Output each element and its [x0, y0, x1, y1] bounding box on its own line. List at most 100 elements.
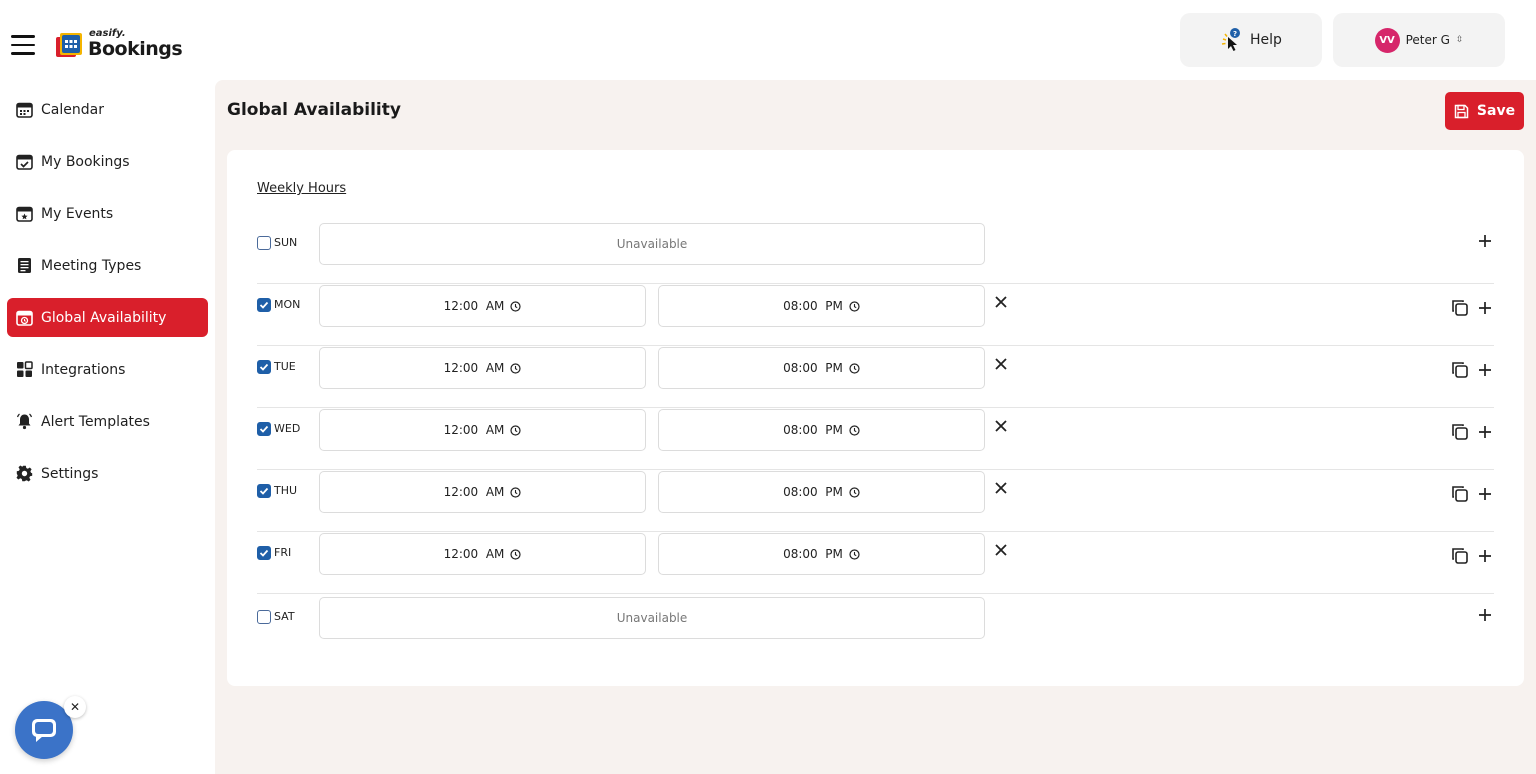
checkmark-icon: [259, 549, 269, 557]
unavailable-field[interactable]: Unavailable: [319, 223, 985, 265]
day-checkbox-sat[interactable]: [257, 610, 271, 624]
chevron-up-down-icon: ⇳: [1455, 34, 1464, 45]
clock-icon: [510, 486, 521, 498]
start-time-field[interactable]: 12:00 AM: [319, 409, 646, 451]
add-slot-icon[interactable]: [1477, 607, 1493, 623]
start-time-value: 12:00 AM: [443, 547, 505, 561]
weekly-hours-card: Weekly Hours SUN Unavailable MON 12:00 A…: [227, 150, 1524, 686]
remove-slot-icon[interactable]: [993, 418, 1009, 434]
add-slot-icon[interactable]: [1477, 233, 1493, 249]
copy-icon[interactable]: [1451, 547, 1469, 565]
svg-text:?: ?: [1233, 30, 1237, 38]
gear-icon: [16, 465, 33, 482]
day-row-tue: TUE 12:00 AM 08:00 PM: [257, 346, 1494, 408]
page-title: Global Availability: [227, 100, 401, 120]
day-row-fri: FRI 12:00 AM 08:00 PM: [257, 532, 1494, 594]
sidebar: Calendar My Bookings My Events Meeting T…: [0, 80, 215, 774]
help-label: Help: [1250, 32, 1282, 48]
day-checkbox-mon[interactable]: [257, 298, 271, 312]
sidebar-item-alert-templates[interactable]: Alert Templates: [7, 402, 208, 441]
end-time-value: 08:00 PM: [783, 361, 843, 375]
clock-icon: [510, 424, 521, 436]
day-label: SUN: [274, 236, 298, 249]
add-slot-icon[interactable]: [1477, 548, 1493, 564]
start-time-value: 12:00 AM: [443, 299, 505, 313]
add-slot-icon[interactable]: [1477, 362, 1493, 378]
sidebar-item-calendar[interactable]: Calendar: [7, 90, 208, 129]
day-checkbox-sun[interactable]: [257, 236, 271, 250]
add-slot-icon[interactable]: [1477, 300, 1493, 316]
end-time-value: 08:00 PM: [783, 299, 843, 313]
end-time-field[interactable]: 08:00 PM: [658, 285, 985, 327]
end-time-field[interactable]: 08:00 PM: [658, 471, 985, 513]
day-label: THU: [274, 484, 298, 497]
copy-icon[interactable]: [1451, 361, 1469, 379]
clock-icon: [849, 548, 860, 560]
sidebar-item-label: Alert Templates: [41, 413, 150, 430]
clock-icon: [510, 362, 521, 374]
end-time-value: 08:00 PM: [783, 547, 843, 561]
day-label: FRI: [274, 546, 292, 559]
day-checkbox-fri[interactable]: [257, 546, 271, 560]
sidebar-item-integrations[interactable]: Integrations: [7, 350, 208, 389]
chat-bubble-icon: [32, 719, 56, 742]
add-slot-icon[interactable]: [1477, 424, 1493, 440]
clock-icon: [849, 486, 860, 498]
chat-close-icon[interactable]: ✕: [64, 696, 86, 718]
unavailable-field[interactable]: Unavailable: [319, 597, 985, 639]
add-slot-icon[interactable]: [1477, 486, 1493, 502]
sidebar-item-label: Calendar: [41, 101, 104, 118]
end-time-value: 08:00 PM: [783, 485, 843, 499]
day-label: TUE: [274, 360, 296, 373]
logo-big-text: Bookings: [88, 38, 183, 60]
day-checkbox-thu[interactable]: [257, 484, 271, 498]
day-checkbox-tue[interactable]: [257, 360, 271, 374]
end-time-field[interactable]: 08:00 PM: [658, 409, 985, 451]
remove-slot-icon[interactable]: [993, 356, 1009, 372]
start-time-value: 12:00 AM: [443, 361, 505, 375]
day-checkbox-wed[interactable]: [257, 422, 271, 436]
start-time-value: 12:00 AM: [443, 423, 505, 437]
remove-slot-icon[interactable]: [993, 294, 1009, 310]
app-logo[interactable]: easify. Bookings: [56, 28, 183, 62]
clock-icon: [510, 300, 521, 312]
start-time-field[interactable]: 12:00 AM: [319, 285, 646, 327]
checkmark-icon: [259, 301, 269, 309]
end-time-field[interactable]: 08:00 PM: [658, 347, 985, 389]
clock-icon: [849, 300, 860, 312]
sidebar-item-my-bookings[interactable]: My Bookings: [7, 142, 208, 181]
sidebar-item-meeting-types[interactable]: Meeting Types: [7, 246, 208, 285]
day-label: MON: [274, 298, 301, 311]
user-menu-button[interactable]: VV Peter G ⇳: [1333, 13, 1505, 67]
day-row-thu: THU 12:00 AM 08:00 PM: [257, 470, 1494, 532]
sidebar-item-settings[interactable]: Settings: [7, 454, 208, 493]
copy-icon[interactable]: [1451, 299, 1469, 317]
calendar-check-icon: [16, 154, 33, 170]
start-time-field[interactable]: 12:00 AM: [319, 471, 646, 513]
save-button[interactable]: Save: [1445, 92, 1524, 130]
checkmark-icon: [259, 363, 269, 371]
day-row-sat: SAT Unavailable: [257, 596, 1494, 658]
clock-icon: [849, 362, 860, 374]
help-pointer-icon: ?: [1221, 28, 1241, 51]
copy-icon[interactable]: [1451, 423, 1469, 441]
sidebar-item-label: My Bookings: [41, 153, 130, 170]
end-time-field[interactable]: 08:00 PM: [658, 533, 985, 575]
remove-slot-icon[interactable]: [993, 542, 1009, 558]
calendar-star-icon: [16, 206, 33, 222]
clock-icon: [849, 424, 860, 436]
grid-icon: [17, 361, 33, 377]
help-button[interactable]: ? Help: [1180, 13, 1322, 67]
day-label: WED: [274, 422, 301, 435]
start-time-field[interactable]: 12:00 AM: [319, 347, 646, 389]
hamburger-menu-icon[interactable]: [11, 35, 35, 55]
start-time-field[interactable]: 12:00 AM: [319, 533, 646, 575]
logo-mark-icon: [56, 33, 82, 57]
sidebar-item-global-availability[interactable]: Global Availability: [7, 298, 208, 337]
remove-slot-icon[interactable]: [993, 480, 1009, 496]
calendar-icon: [16, 102, 33, 118]
sidebar-item-label: Meeting Types: [41, 257, 142, 274]
sidebar-item-my-events[interactable]: My Events: [7, 194, 208, 233]
bell-icon: [16, 413, 33, 430]
copy-icon[interactable]: [1451, 485, 1469, 503]
